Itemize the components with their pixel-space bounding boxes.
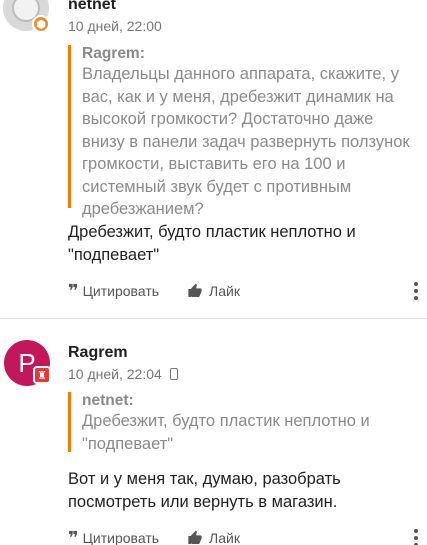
more-vertical-icon[interactable] [414,282,418,300]
badge-gift-icon: ♜ [33,366,51,384]
like-button[interactable]: Лайк [187,530,240,545]
comment-author[interactable]: netnet [68,0,116,14]
quote-block: Ragrem: Владельцы данного аппарата, скаж… [68,45,413,218]
comment-actions: ❞ Цитировать Лайк [68,527,418,545]
cite-button[interactable]: ❞ Цитировать [68,529,159,545]
cite-label: Цитировать [82,530,160,545]
comments-page: ⬢ netnet 10 дней, 22:00 Ragrem: Владельц… [0,0,427,545]
comment-body: Вот и у меня так, думаю, разобрать посмо… [68,470,341,511]
quote-block: netnet: Дребезжит, будто пластик неплотн… [68,392,413,453]
more-vertical-icon[interactable] [414,529,418,545]
quote-author: netnet: [82,392,134,409]
cite-button[interactable]: ❞ Цитировать [68,282,159,300]
divider [0,318,427,319]
cite-label: Цитировать [82,283,160,299]
phone-icon [169,368,178,380]
thumbs-up-icon [188,283,202,297]
comment-timestamp: 10 дней, 22:00 [68,18,162,34]
comment-author[interactable]: Ragrem [68,344,128,362]
comment-actions: ❞ Цитировать Лайк [68,280,418,302]
thumbs-up-icon [188,530,202,544]
comment-timestamp: 10 дней, 22:04 [68,366,162,382]
comment-body: Дребезжит, будто пластик неплотно и "под… [68,223,356,264]
quote-text: Дребезжит, будто пластик неплотно и "под… [82,412,370,453]
like-label: Лайк [209,530,240,545]
badge-hexagon-icon: ⬢ [32,15,50,33]
like-button[interactable]: Лайк [187,283,240,299]
comment-meta: 10 дней, 22:04 [68,366,178,382]
quote-author: Ragrem: [82,45,145,62]
quote-icon: ❞ [68,528,78,545]
like-label: Лайк [209,283,240,299]
quote-text: Владельцы данного аппарата, скажите, у в… [82,65,410,218]
comment-meta: 10 дней, 22:00 [68,18,162,34]
quote-icon: ❞ [68,281,78,301]
